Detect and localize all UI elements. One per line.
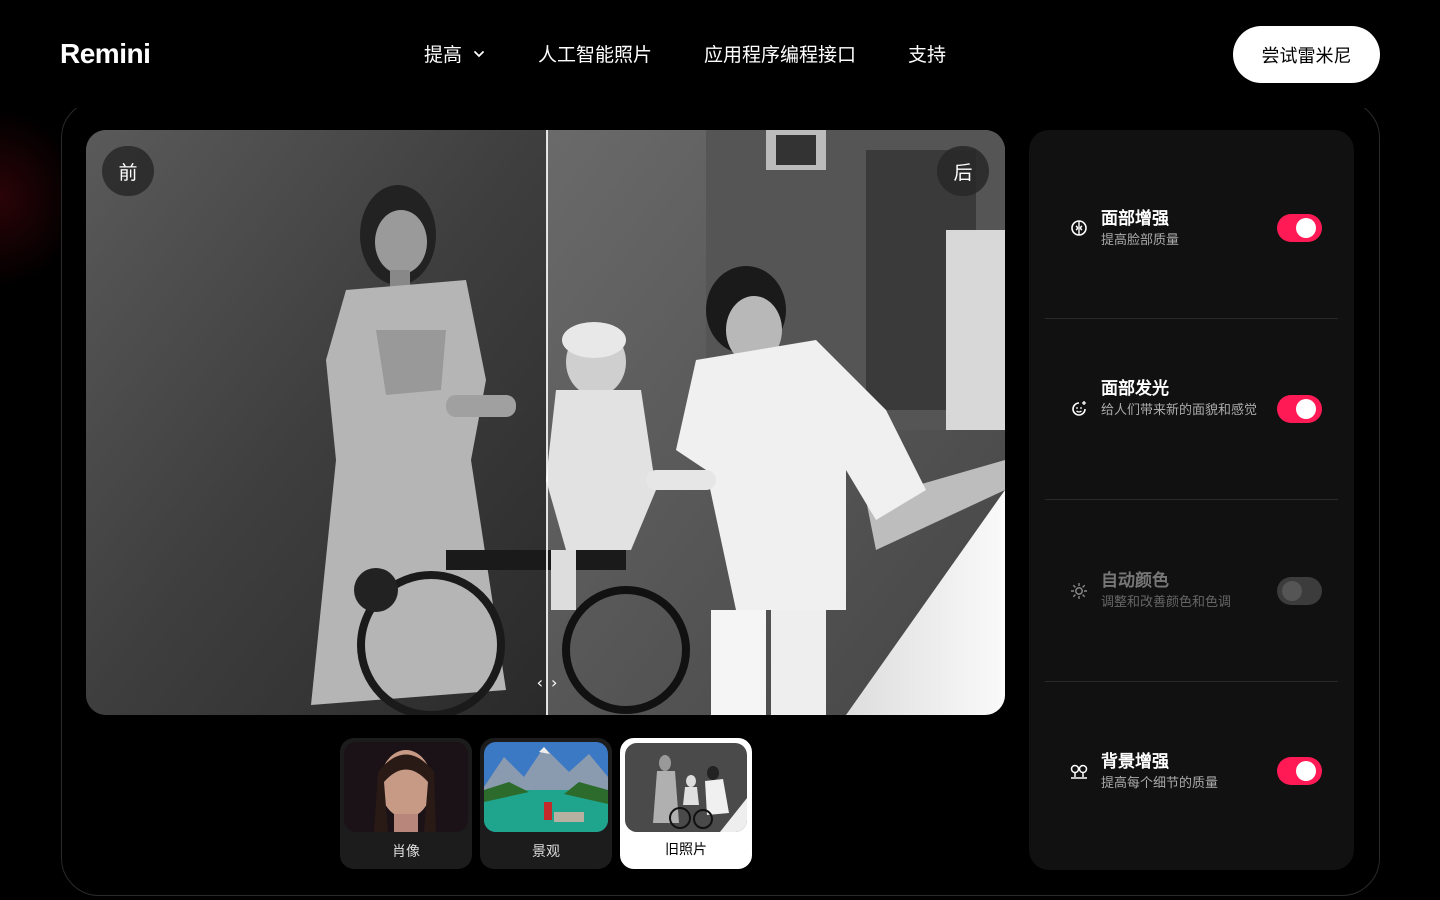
option-face-glow: 面部发光 给人们带来新的面貌和感觉: [1045, 319, 1338, 500]
after-badge: 后: [937, 146, 989, 196]
toggle-knob: [1296, 399, 1316, 419]
option-description: 给人们带来新的面貌和感觉: [1101, 403, 1258, 418]
old-photo-thumbnail-image: [625, 743, 747, 832]
toggle-knob: [1282, 581, 1302, 601]
face-glow-toggle[interactable]: [1277, 395, 1322, 423]
nav-link-label: 支持: [908, 44, 947, 66]
compare-divider[interactable]: [546, 130, 548, 715]
toggle-knob: [1296, 761, 1316, 781]
enhancement-options-panel: 面部增强 提高脸部质量 面部发光 给人们带来新的面貌和感觉 自动颜色 调整和改善…: [1029, 130, 1354, 870]
sun-icon: [1071, 583, 1087, 599]
chevron-left-icon: ‹: [536, 672, 543, 692]
example-thumbnails: 肖像 景观 旧照片: [340, 738, 752, 869]
option-description: 提高脸部质量: [1101, 233, 1180, 248]
face-glow-icon: [1072, 401, 1086, 416]
remini-logo[interactable]: Remini: [60, 38, 151, 70]
nav-link-label: 应用程序编程接口: [704, 44, 857, 66]
chevron-right-icon: ›: [551, 672, 558, 692]
option-auto-color: 自动颜色 调整和改善颜色和色调: [1045, 500, 1338, 681]
nav-links: 提高 人工智能照片 应用程序编程接口 支持: [424, 40, 946, 67]
nav-link-api[interactable]: 应用程序编程接口: [704, 40, 856, 67]
option-title: 背景增强: [1101, 752, 1169, 772]
nav-link-support[interactable]: 支持: [908, 40, 946, 67]
option-title: 自动颜色: [1101, 571, 1169, 591]
background-enhance-toggle[interactable]: [1277, 757, 1322, 785]
before-badge: 前: [102, 146, 154, 196]
nav-link-label: 提高: [424, 44, 463, 66]
auto-color-toggle[interactable]: [1277, 577, 1322, 605]
landscape-thumbnail-image: [484, 742, 608, 832]
face-enhance-icon: [1071, 220, 1087, 236]
top-navigation: Remini 提高 人工智能照片 应用程序编程接口 支持 尝试雷米尼: [0, 0, 1440, 108]
nav-link-label: 人工智能照片: [538, 44, 653, 66]
option-face-enhance: 面部增强 提高脸部质量: [1045, 130, 1338, 311]
option-description: 调整和改善颜色和色调: [1101, 595, 1232, 610]
thumbnail-portrait[interactable]: 肖像: [340, 738, 472, 869]
thumbnail-old-photo[interactable]: 旧照片: [620, 738, 752, 869]
chevron-down-icon: [474, 50, 484, 57]
option-description: 提高每个细节的质量: [1101, 776, 1219, 791]
option-title: 面部增强: [1101, 209, 1169, 229]
option-title: 面部发光: [1101, 379, 1169, 399]
portrait-thumbnail-image: [344, 742, 468, 832]
thumbnail-landscape[interactable]: 景观: [480, 738, 612, 869]
try-remini-button[interactable]: 尝试雷米尼: [1233, 26, 1380, 83]
toggle-knob: [1296, 218, 1316, 238]
thumbnail-label: 肖像: [392, 844, 420, 860]
option-background-enhance: 背景增强 提高每个细节的质量: [1045, 682, 1338, 863]
trees-icon: [1070, 764, 1088, 779]
before-after-viewer[interactable]: ‹ › 前 后: [86, 130, 1005, 715]
nav-link-enhance[interactable]: 提高: [424, 40, 486, 67]
nav-link-ai-photos[interactable]: 人工智能照片: [538, 40, 652, 67]
face-enhance-toggle[interactable]: [1277, 214, 1322, 242]
compare-handle[interactable]: ‹ ›: [529, 670, 565, 694]
thumbnail-label: 旧照片: [665, 842, 707, 858]
thumbnail-label: 景观: [532, 844, 560, 860]
